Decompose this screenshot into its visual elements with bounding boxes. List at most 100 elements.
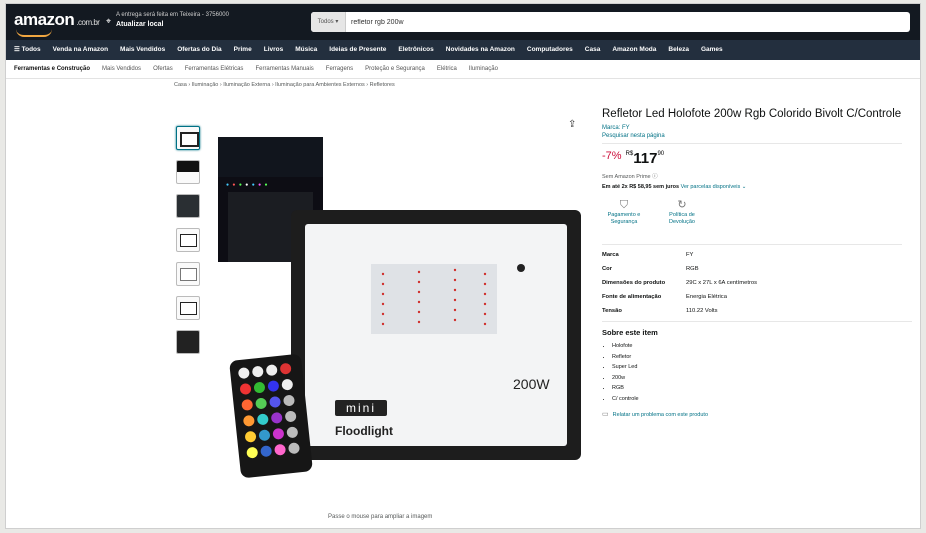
- installments: Em até 2x R$ 58,95 sem juros Ver parcela…: [602, 184, 912, 190]
- badge-payment-label: Pagamento e Segurança: [607, 212, 641, 225]
- spec-key: Marca: [602, 252, 619, 258]
- thumbnail-1[interactable]: [176, 126, 200, 150]
- price-value: 117: [633, 150, 658, 167]
- main-navbar: ☰ Todos Venda na Amazon Mais Vendidos Ofert…: [6, 40, 920, 60]
- divider: [602, 143, 902, 144]
- spec-value: FY: [686, 252, 694, 258]
- logo-text: amazon: [14, 10, 75, 29]
- nav-item-prime[interactable]: Prime: [228, 40, 258, 60]
- badge-returns-label: Política de Devolução: [669, 212, 695, 225]
- thumbnail-3[interactable]: [176, 194, 200, 218]
- subnav-item-hardware[interactable]: Ferragens: [320, 60, 359, 78]
- badge-payment-security[interactable]: ⛉ Pagamento e Segurança: [602, 198, 646, 226]
- thumbnail-list: [176, 126, 200, 364]
- report-label: Relatar um problema com este produto: [612, 412, 709, 418]
- subnav-item-tools[interactable]: Ferramentas e Construção: [6, 60, 96, 78]
- floodlight-panel: 200W mini Floodlight: [305, 224, 567, 446]
- led-array: [371, 264, 497, 334]
- installments-link[interactable]: Ver parcelas disponíveis ⌄: [681, 184, 747, 190]
- nav-item-deals[interactable]: Ofertas do Dia: [171, 40, 227, 60]
- spec-row: Cor RGB: [602, 265, 902, 273]
- spec-table: Marca FY Cor RGB Dimensões do produto 29C x…: [602, 244, 902, 315]
- nav-item-games[interactable]: Games: [695, 40, 729, 60]
- price-row: -7% R$11790: [602, 150, 912, 170]
- spec-value: 29C x 27L x 6A centímetros: [686, 280, 757, 286]
- subnav-item-deals[interactable]: Ofertas: [147, 60, 179, 78]
- trust-badges: ⛉ Pagamento e Segurança ↻ Política de De…: [602, 198, 912, 234]
- nav-item-music[interactable]: Música: [289, 40, 323, 60]
- sensor-dot: [517, 264, 525, 272]
- spec-value: RGB: [686, 266, 699, 272]
- zoom-hint: Passe o mouse para ampliar a imagem: [328, 514, 433, 520]
- prime-info[interactable]: Sem Amazon Prime ⓘ: [602, 172, 912, 180]
- subnav-item-power-tools[interactable]: Ferramentas Elétricas: [179, 60, 250, 78]
- product-title: Refletor Led Holofote 200w Rgb Colorido …: [602, 108, 902, 120]
- discount-badge: -7%: [602, 150, 622, 162]
- delivery-location[interactable]: ⌖ A entrega será feita em Teixeira - 375…: [106, 11, 229, 29]
- spec-value: 110.22 Volts: [686, 308, 718, 314]
- thumbnail-2[interactable]: [176, 160, 200, 184]
- subnav-item-electrical[interactable]: Elétrica: [431, 60, 463, 78]
- spec-key: Dimensões do produto: [602, 280, 666, 286]
- search-category-select[interactable]: Todos ▾: [311, 12, 346, 32]
- spec-row: Dimensões do produto 29C x 27L x 6A centí…: [602, 279, 902, 287]
- nav-item-gift-ideas[interactable]: Ideias de Presente: [323, 40, 392, 60]
- nav-item-fashion[interactable]: Amazon Moda: [606, 40, 662, 60]
- nav-item-all[interactable]: ☰ Todos: [6, 40, 47, 60]
- spec-row: Tensão 110.22 Volts: [602, 307, 902, 315]
- lock-icon: ⛉: [619, 199, 629, 211]
- nav-item-bestsellers[interactable]: Mais Vendidos: [114, 40, 171, 60]
- share-icon[interactable]: ⇪: [568, 119, 576, 130]
- chat-icon: ▭: [602, 411, 609, 418]
- mini-label: mini: [335, 400, 387, 416]
- subnav-item-bestsellers[interactable]: Mais Vendidos: [96, 60, 147, 78]
- nav-item-computers[interactable]: Computadores: [521, 40, 579, 60]
- brand-link[interactable]: Marca: FY: [602, 125, 912, 131]
- report-problem-link[interactable]: ▭ Relatar um problema com este produto: [602, 410, 912, 418]
- remote-control: [229, 353, 313, 479]
- subnav-item-safety[interactable]: Proteção e Segurança: [359, 60, 431, 78]
- delivery-line2: Atualizar local: [116, 21, 164, 28]
- return-icon: ↻: [677, 199, 687, 211]
- nav-item-beauty[interactable]: Beleza: [662, 40, 695, 60]
- price-cents: 90: [657, 151, 665, 157]
- list-item: Super Led: [612, 362, 912, 373]
- nav-item-new[interactable]: Novidades na Amazon: [440, 40, 521, 60]
- nav-item-books[interactable]: Livros: [258, 40, 290, 60]
- rgb-lights-icon: ● ● ● ● ● ● ●: [226, 182, 269, 188]
- spec-value: Energia Elétrica: [686, 294, 727, 300]
- subnav-item-hand-tools[interactable]: Ferramentas Manuais: [249, 60, 319, 78]
- list-item: Holofote: [612, 341, 912, 352]
- about-list: Holofote Refletor Super Led 200w RGB C/ …: [602, 341, 912, 404]
- about-heading: Sobre este item: [602, 328, 658, 337]
- search-this-page-link[interactable]: Pesquisar nesta página: [602, 133, 912, 139]
- spec-row: Fonte de alimentação Energia Elétrica: [602, 293, 902, 301]
- product-details: Refletor Led Holofote 200w Rgb Colorido …: [602, 107, 912, 418]
- nav-item-electronics[interactable]: Eletrônicos: [392, 40, 439, 60]
- about-section: Sobre este item Holofote Refletor Super …: [602, 321, 912, 404]
- floodlight-label: Floodlight: [335, 424, 393, 438]
- thumbnail-4[interactable]: [176, 228, 200, 252]
- subnav-item-lighting[interactable]: Iluminação: [463, 60, 504, 78]
- logo-smile-icon: [16, 29, 52, 37]
- led-dots-icon: [381, 268, 487, 326]
- amazon-logo[interactable]: amazon .com.br: [14, 10, 100, 37]
- delivery-line1: A entrega será feita em Teixeira - 37560…: [116, 12, 229, 18]
- thumbnail-5[interactable]: [176, 262, 200, 286]
- list-item: Refletor: [612, 352, 912, 363]
- product-main-image[interactable]: ● ● ● ● ● ● ● 200W mini Floodlight: [213, 132, 585, 482]
- installments-text: Em até 2x R$ 58,95 sem juros: [602, 184, 680, 190]
- spec-row: Marca FY: [602, 251, 902, 259]
- badge-returns[interactable]: ↻ Política de Devolução: [660, 198, 704, 226]
- nav-item-home[interactable]: Casa: [579, 40, 607, 60]
- search-input[interactable]: [351, 12, 891, 32]
- search-bar: Todos ▾: [311, 12, 910, 32]
- thumbnail-7[interactable]: [176, 330, 200, 354]
- thumbnail-6[interactable]: [176, 296, 200, 320]
- spec-key: Tensão: [602, 308, 622, 314]
- wattage-label: 200W: [513, 376, 550, 392]
- breadcrumb[interactable]: Casa › Iluminação › Iluminação Externa ›…: [174, 82, 395, 88]
- nav-item-sell[interactable]: Venda na Amazon: [47, 40, 114, 60]
- logo-domain: .com.br: [76, 18, 100, 27]
- list-item: C/ controle: [612, 394, 912, 405]
